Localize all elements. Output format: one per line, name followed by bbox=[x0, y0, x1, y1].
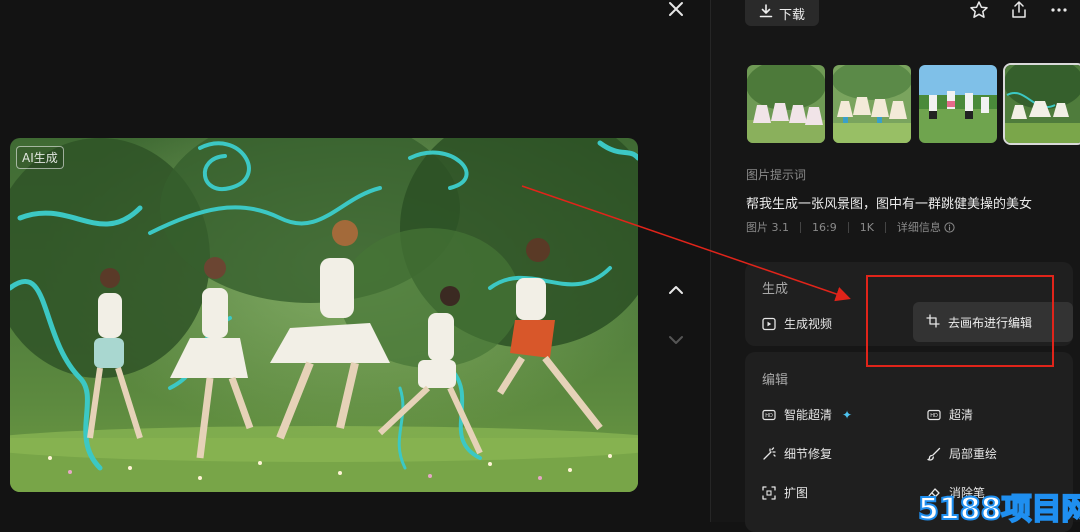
expand-icon bbox=[762, 485, 776, 500]
local-redraw-button[interactable]: 局部重绘 bbox=[927, 445, 997, 462]
meta-separator bbox=[847, 221, 849, 233]
generate-video-label: 生成视频 bbox=[784, 317, 833, 331]
detail-fix-button[interactable]: 细节修复 bbox=[762, 445, 832, 462]
expand-button[interactable]: 扩图 bbox=[762, 484, 808, 501]
details-panel: 下载 图片提示词 帮我生成一张风景图，图中有一群跳健美操的美女 图片 3.1 1… bbox=[711, 0, 1080, 532]
watermark: 5188项目网 bbox=[917, 491, 1080, 528]
thumbnail-strip bbox=[745, 63, 1080, 145]
crop-icon bbox=[926, 313, 940, 331]
thumbnail-3[interactable] bbox=[917, 63, 999, 145]
chevron-down-icon[interactable] bbox=[662, 326, 690, 354]
magic-wand-icon bbox=[762, 446, 776, 461]
ai-generated-badge: AI生成 bbox=[16, 146, 64, 169]
hd-icon: HD bbox=[927, 408, 941, 422]
generated-image: AI生成 bbox=[10, 138, 638, 492]
share-icon[interactable] bbox=[1009, 0, 1031, 20]
download-button[interactable]: 下载 bbox=[745, 0, 819, 26]
hd-icon: HD bbox=[762, 408, 776, 422]
local-redraw-label: 局部重绘 bbox=[949, 447, 998, 461]
generate-card: 生成 生成视频 去画布进行编辑 bbox=[745, 262, 1073, 346]
generate-title: 生成 bbox=[762, 282, 789, 297]
brush-icon bbox=[927, 447, 941, 461]
edit-title: 编辑 bbox=[762, 373, 789, 388]
detail-fix-label: 细节修复 bbox=[784, 447, 833, 461]
chevron-up-icon[interactable] bbox=[662, 276, 690, 304]
close-icon[interactable] bbox=[664, 0, 688, 20]
info-icon[interactable] bbox=[944, 221, 955, 233]
details-link[interactable]: 详细信息 bbox=[897, 219, 941, 235]
thumbnail-1[interactable] bbox=[745, 63, 827, 145]
smart-hd-button[interactable]: HD 智能超清 ✦ bbox=[762, 406, 852, 423]
prompt-label: 图片提示词 bbox=[746, 168, 807, 182]
prompt-text: 帮我生成一张风景图，图中有一群跳健美操的美女 bbox=[746, 197, 1033, 212]
hd-button[interactable]: HD 超清 bbox=[927, 406, 973, 423]
resolution: 1K bbox=[859, 220, 874, 234]
edit-on-canvas-label: 去画布进行编辑 bbox=[948, 315, 1033, 330]
play-icon bbox=[762, 317, 776, 331]
expand-label: 扩图 bbox=[784, 486, 809, 500]
smart-hd-label: 智能超清 bbox=[784, 408, 833, 422]
download-icon bbox=[759, 4, 773, 22]
more-icon[interactable] bbox=[1049, 0, 1071, 20]
hd-label: 超清 bbox=[949, 408, 974, 422]
star-icon[interactable] bbox=[969, 0, 991, 20]
edit-on-canvas-button[interactable]: 去画布进行编辑 bbox=[913, 302, 1073, 342]
generate-video-button[interactable]: 生成视频 bbox=[762, 315, 832, 332]
thumbnail-2[interactable] bbox=[831, 63, 913, 145]
meta-separator bbox=[800, 221, 801, 233]
model-version: 图片 3.1 bbox=[746, 221, 789, 234]
thumbnail-4[interactable] bbox=[1003, 63, 1080, 145]
meta-separator bbox=[884, 221, 886, 233]
aspect-ratio: 16:9 bbox=[812, 220, 837, 234]
download-label: 下载 bbox=[778, 7, 805, 23]
sparkle-icon: ✦ bbox=[842, 407, 853, 422]
svg-text:HD: HD bbox=[930, 413, 938, 419]
image-meta: 图片 3.1 16:9 1K 详细信息 bbox=[746, 219, 955, 235]
svg-text:HD: HD bbox=[765, 413, 773, 419]
image-viewer: AI生成 bbox=[0, 0, 710, 522]
